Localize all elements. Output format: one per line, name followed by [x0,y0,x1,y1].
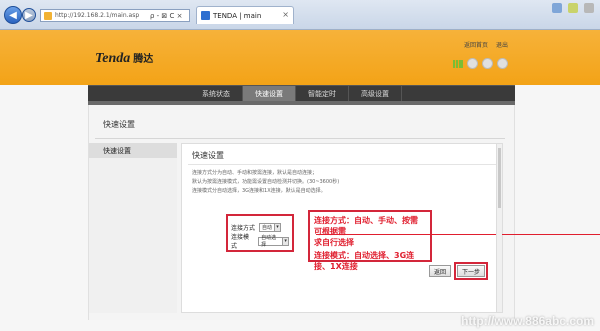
connection-type-value: 自动 [262,224,273,231]
toolbar-right [552,3,594,13]
divider [95,138,505,139]
connection-form: 连接方式 自动 ▾ 连接模式 自动选择 ▾ [226,214,294,252]
link-logout[interactable]: 退出 [496,40,508,49]
router-header [0,30,600,85]
note-line-1: 连接方式分为自动、手动和按需连接，默认是自动连接； [192,170,318,176]
tab-title: TENDA | main [213,11,262,20]
forward-button[interactable]: ▶ [22,8,36,22]
tab-close-icon[interactable]: × [282,10,289,19]
tab-main[interactable]: TENDA | main × [196,6,294,24]
tab-favicon-icon [201,11,210,20]
brand-logo: Tenda 腾达 [95,50,153,67]
next-button-highlight: 下一步 [453,262,488,280]
content-area: 快速设置 快速设置 快速设置 连接方式分为自动、手动和按需连接，默认是自动连接；… [88,105,600,320]
scrollbar-thumb[interactable] [498,148,501,208]
signal-strength-icon [453,59,463,68]
connection-type-select[interactable]: 自动 ▾ [259,222,282,232]
help-notes: 连接方式分为自动、手动和按需连接，默认是自动连接； 默认为按需连接模式，功能需设… [192,169,339,196]
annotation-divider [316,234,600,235]
main-nav: 系统状态 快速设置 智能定时 高级设置 [88,85,515,102]
sidebar-item-quick-setup[interactable]: 快速设置 [89,143,177,158]
main-panel: 快速设置 连接方式分为自动、手动和按需连接，默认是自动连接； 默认为按需连接模式… [181,143,600,313]
connection-mode-value: 自动选择 [261,235,277,248]
breadcrumb: 快速设置 [103,120,135,129]
address-actions-text: ρ - ⊠ C × [150,11,183,20]
page-icon [44,11,52,20]
nav-system-status[interactable]: 系统状态 [190,86,243,102]
connection-mode-label: 连接模式 [231,234,250,250]
back-button[interactable]: ◀ [4,6,22,24]
action-buttons: 返回 下一步 [428,262,488,280]
nav-quick-setup[interactable]: 快速设置 [243,86,296,102]
top-links: 返回首页 退出 [464,40,508,49]
annotation-line-2: 求自行选择 [314,238,354,247]
note-line-2: 默认为按需连接模式，功能需设置自动检测并切换。(30~3600秒) [192,179,340,185]
browser-chrome: ◀ ▶ http://192.168.2.1/main.asp ρ - ⊠ C … [0,0,600,30]
note-line-3: 连接模式分自动选择，3G连接和1X连接，默认是自动选择。 [192,188,326,194]
brand-name: Tenda [95,51,131,66]
address-text: http://192.168.2.1/main.asp [55,12,140,19]
connection-mode-select[interactable]: 自动选择 ▾ [258,235,289,248]
back-step-button[interactable]: 返回 [428,265,451,277]
gear-icon[interactable] [584,3,594,13]
page-title: 快速设置 [192,151,224,160]
home-icon[interactable] [552,3,562,13]
favorites-icon[interactable] [568,3,578,13]
address-actions[interactable]: ρ - ⊠ C × [150,9,183,22]
header-status-icons [453,58,508,69]
nav-advanced-settings[interactable]: 高级设置 [349,86,402,102]
annotation-line-3: 连接模式：自动选择、3G连接、1X连接 [314,251,415,271]
connection-type-label: 连接方式 [231,224,256,232]
chevron-down-icon: ▾ [282,237,288,245]
brand-name-cn: 腾达 [133,54,154,65]
status-icon-2 [482,58,493,69]
chevron-down-icon: ▾ [274,223,281,231]
scrollbar[interactable] [496,144,502,312]
title-divider [188,164,498,165]
sidebar: 快速设置 [89,143,177,313]
link-home[interactable]: 返回首页 [464,40,488,49]
status-icon-3 [497,58,508,69]
annotation-callout: 连接方式：自动、手动、按需 可根据需 求自行选择 连接模式：自动选择、3G连接、… [308,210,600,271]
next-button[interactable]: 下一步 [456,265,485,277]
status-icon-1 [467,58,478,69]
nav-smart-timer[interactable]: 智能定时 [296,86,349,102]
watermark: http://www.886abc.com [461,314,594,328]
